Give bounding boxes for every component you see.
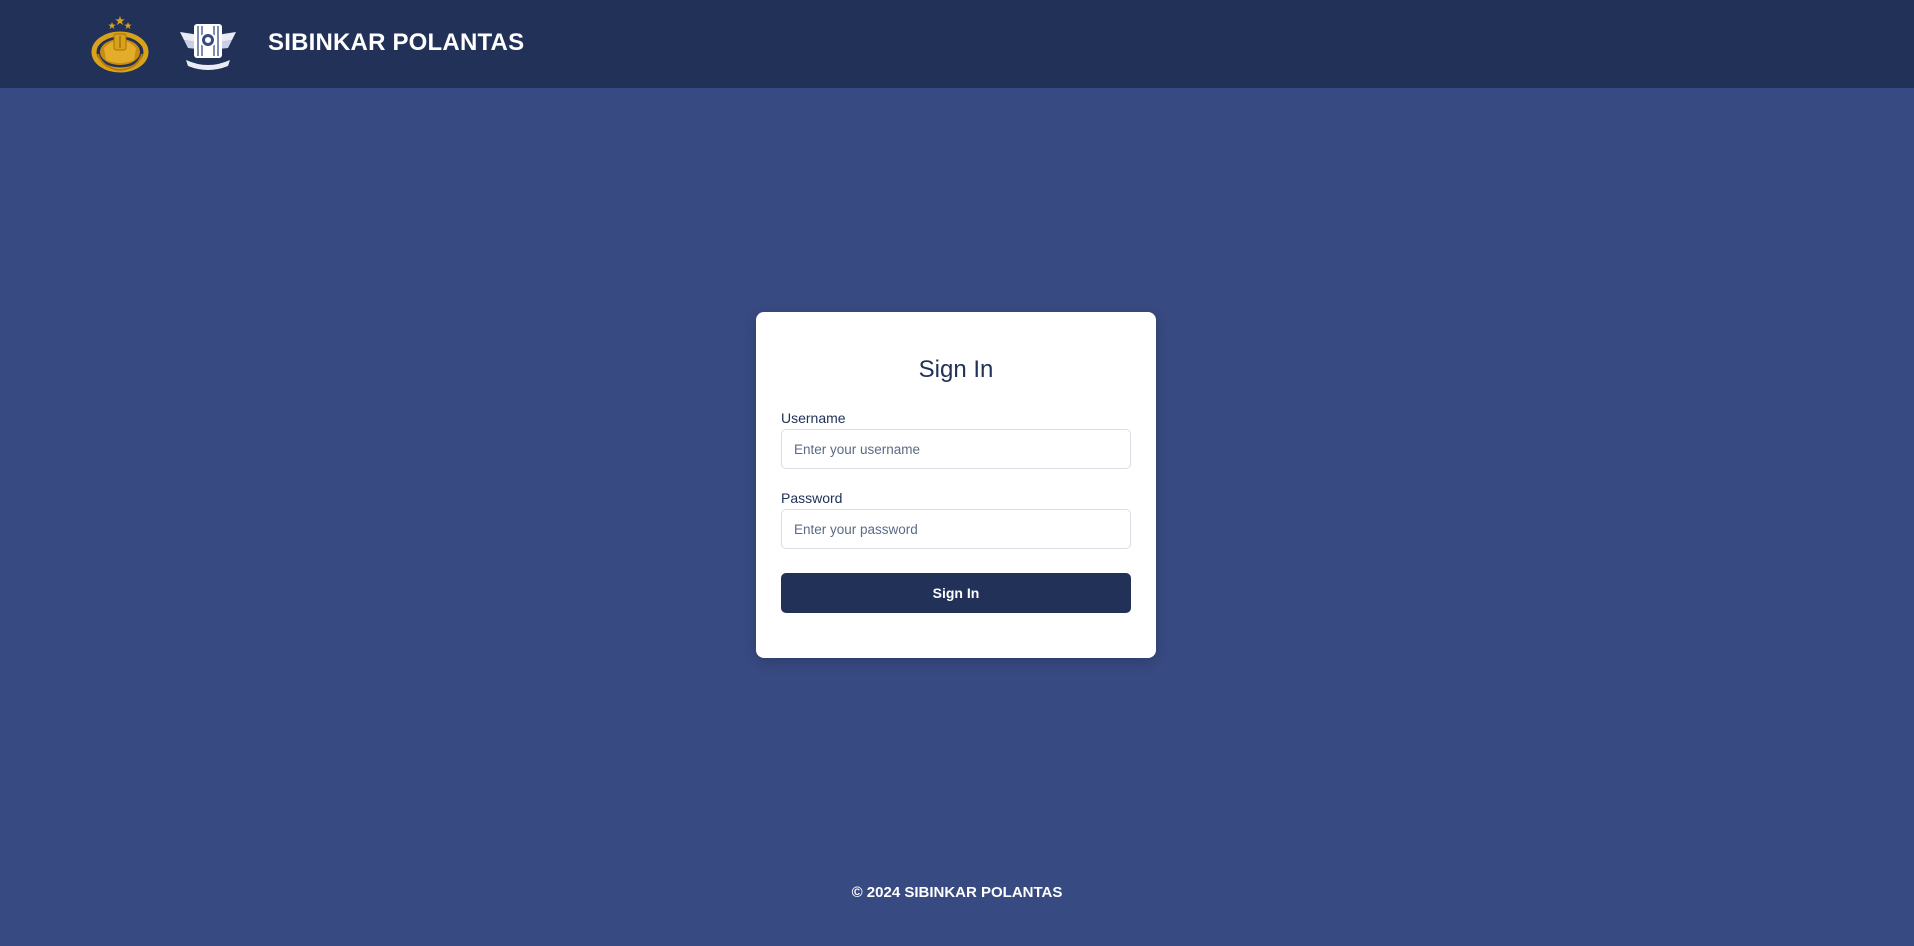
sign-in-button[interactable]: Sign In — [781, 573, 1131, 613]
traffic-police-emblem-icon — [178, 18, 238, 72]
police-emblem-icon — [90, 14, 150, 74]
top-navbar: SIBINKAR POLANTAS — [0, 0, 1914, 88]
footer-copyright: © 2024 SIBINKAR POLANTAS — [851, 884, 1063, 901]
username-input[interactable] — [781, 429, 1131, 469]
login-card: Sign In Username Password Sign In — [756, 312, 1156, 658]
username-label: Username — [781, 410, 846, 426]
password-label: Password — [781, 490, 843, 506]
app-title: SIBINKAR POLANTAS — [268, 29, 525, 56]
sign-in-heading: Sign In — [918, 356, 994, 383]
password-input[interactable] — [781, 509, 1131, 549]
